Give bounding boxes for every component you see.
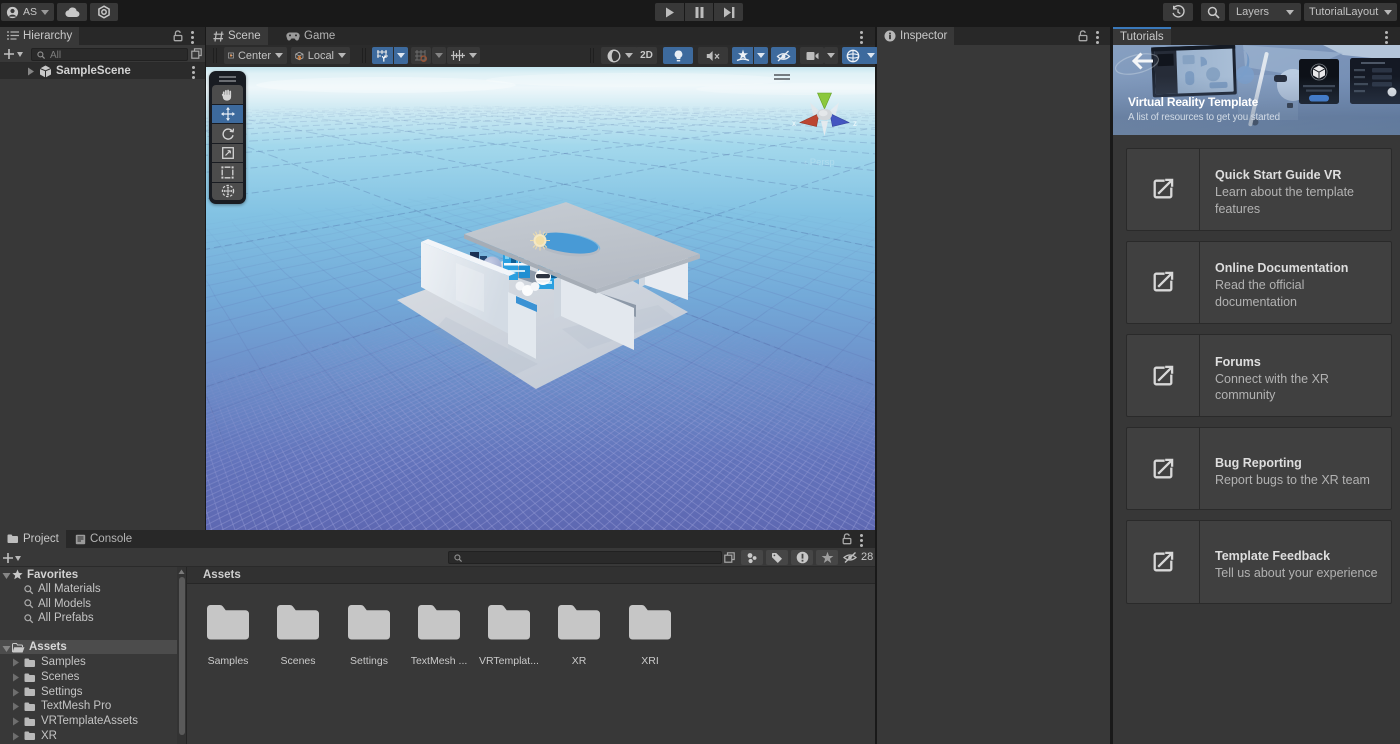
svg-text:z: z — [853, 119, 857, 128]
svg-text:‹ Persp: ‹ Persp — [804, 157, 835, 168]
svg-text:x: x — [792, 119, 796, 128]
svg-text:A list of resources to get you: A list of resources to get you started — [1128, 112, 1280, 123]
svg-text:Virtual Reality Template: Virtual Reality Template — [1128, 95, 1259, 109]
